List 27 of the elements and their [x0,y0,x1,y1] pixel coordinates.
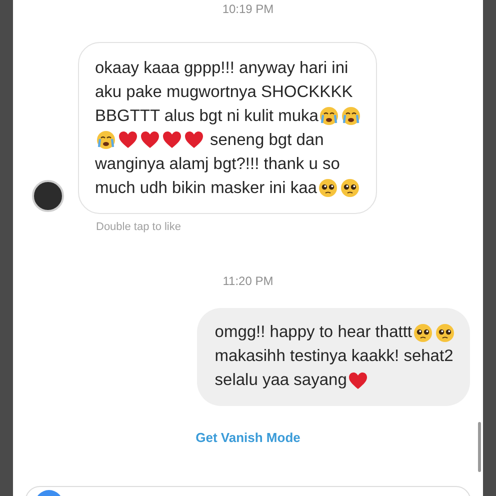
message-text: selalu yaa sayang [214,370,347,392]
message-text: aku pake mugwortnya SHOCKKKK [95,82,353,103]
pleading-face-icon [340,178,360,198]
timestamp: 11:20 PM [222,272,274,290]
double-tap-hint: Double tap to like [96,220,182,235]
crying-face-icon [96,130,116,150]
crying-face-icon [319,106,340,126]
timestamp: 10:19 PM [222,1,274,18]
scrollbar [478,422,481,472]
heart-icon [118,130,138,150]
pleading-face-icon [435,322,455,342]
message-text: okaay kaaa gppp!!! anyway hari ini [95,58,348,79]
message-text: BBGTTT alus bgt ni kulit muka [95,106,318,127]
message-text: omgg!! happy to hear thattt [214,322,412,344]
message-text: wanginya alamj bgt?!!! thank u so [95,154,340,175]
message-text: much udh bikin masker ini kaa [95,178,317,199]
heart-icon [184,130,204,150]
vanish-mode-link[interactable]: Get Vanish Mode [196,428,300,447]
crying-face-icon [341,106,362,126]
heart-icon [348,370,368,390]
message-text: seneng bgt dan [210,130,324,151]
message-text: makasihh testinya kaakk! sehat2 [214,346,454,368]
heart-icon [140,130,160,150]
pleading-face-icon [413,322,433,342]
avatar[interactable] [32,180,64,212]
heart-icon [162,130,182,150]
pleading-face-icon [318,178,338,198]
